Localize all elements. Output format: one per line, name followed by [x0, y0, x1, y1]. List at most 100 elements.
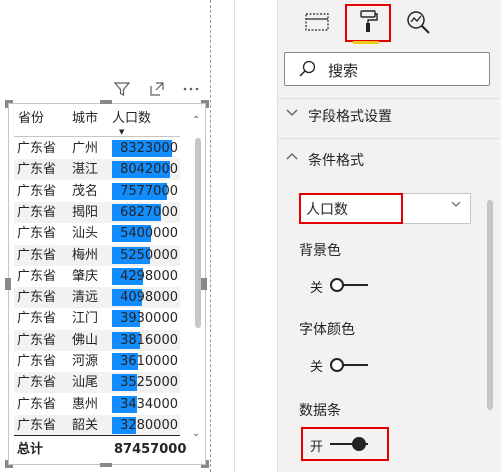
table-row[interactable]: 广东省 梅州 5250000: [14, 244, 180, 266]
pane-scrollbar-thumb[interactable]: [487, 200, 493, 410]
cell-population: 8042000: [120, 162, 178, 178]
table-row[interactable]: 广东省 清远 4098000: [14, 287, 180, 309]
table-row[interactable]: 广东省 河源 3610000: [14, 351, 180, 372]
cell-city: 河源: [72, 354, 99, 369]
font-color-toggle[interactable]: [330, 358, 368, 372]
table-row[interactable]: 广东省 汕尾 3525000: [14, 372, 180, 394]
total-divider: [14, 435, 180, 436]
table-row[interactable]: 广东省 江门 3930000: [14, 308, 180, 329]
table-row[interactable]: 广东省 揭阳 6827000: [14, 201, 180, 223]
section-field-format[interactable]: 字段格式设置: [308, 106, 392, 126]
font-color-label: 字体颜色: [299, 322, 355, 338]
resize-handle-bottom-left[interactable]: [5, 460, 13, 468]
resize-handle-left[interactable]: [5, 278, 11, 290]
focus-mode-icon[interactable]: [146, 78, 168, 100]
background-color-toggle[interactable]: [330, 278, 368, 292]
cell-city: 广州: [72, 141, 99, 156]
cell-province: 广东省: [17, 375, 57, 391]
pane-divider: [278, 98, 500, 99]
tab-format[interactable]: [345, 4, 391, 42]
cell-population: 5250000: [120, 247, 178, 263]
table-row[interactable]: 广东省 茂名 7577000: [14, 181, 180, 202]
more-options-icon[interactable]: [180, 78, 202, 100]
cell-province: 广东省: [17, 311, 57, 327]
cell-population: 7577000: [120, 183, 178, 199]
cell-province: 广东省: [17, 226, 57, 242]
cell-province: 广东省: [17, 332, 57, 348]
cell-population: 3610000: [120, 354, 178, 369]
header-city[interactable]: 城市: [72, 108, 98, 130]
data-bars-label: 数据条: [299, 403, 341, 419]
header-province[interactable]: 省份: [18, 108, 44, 130]
field-dropdown-value: 人口数: [306, 202, 348, 218]
cell-city: 湛江: [72, 162, 99, 178]
cell-city: 清远: [72, 290, 99, 306]
cell-province: 广东省: [17, 396, 57, 412]
cell-province: 广东省: [17, 141, 57, 156]
cell-province: 广东省: [17, 354, 57, 369]
cell-city: 江门: [72, 311, 99, 327]
cell-population: 5400000: [120, 226, 178, 242]
scroll-up-icon[interactable]: ⌃: [192, 115, 200, 126]
paint-roller-icon: [358, 9, 378, 37]
table-row[interactable]: 广东省 韶关 3280000: [14, 414, 180, 436]
resize-handle-top-right[interactable]: [201, 100, 209, 108]
header-divider: [14, 136, 180, 137]
data-bars-toggle[interactable]: [330, 437, 368, 451]
table-scrollbar-thumb[interactable]: [195, 138, 201, 328]
table-row[interactable]: 广东省 惠州 3434000: [14, 394, 180, 415]
cell-city: 惠州: [72, 396, 99, 412]
cell-population: 3930000: [120, 311, 178, 327]
cell-city: 佛山: [72, 332, 99, 348]
cell-population: 4098000: [120, 290, 178, 306]
table-row[interactable]: 广东省 广州 8323000: [14, 138, 180, 159]
tab-analytics[interactable]: [398, 6, 438, 42]
sort-descending-icon: ▼: [119, 128, 125, 136]
chevron-up-icon: [286, 151, 298, 167]
cell-population: 3816000: [120, 332, 178, 348]
cell-province: 广东省: [17, 204, 57, 220]
cell-city: 揭阳: [72, 204, 99, 220]
cell-population: 3434000: [120, 396, 178, 412]
table-row[interactable]: 广东省 佛山 3816000: [14, 329, 180, 351]
resize-handle-top[interactable]: [100, 100, 112, 104]
cell-province: 广东省: [17, 183, 57, 199]
cell-province: 广东省: [17, 247, 57, 263]
cell-province: 广东省: [17, 268, 57, 284]
cell-city: 韶关: [72, 417, 99, 433]
table-row[interactable]: 广东省 湛江 8042000: [14, 159, 180, 181]
active-tab-indicator: [353, 41, 379, 44]
cell-province: 广东省: [17, 417, 57, 433]
cell-population: 4298000: [120, 268, 178, 284]
chevron-down-icon: [450, 198, 462, 213]
font-color-state: 关: [310, 360, 324, 375]
resize-handle-bottom[interactable]: [100, 463, 112, 467]
cell-city: 肇庆: [72, 268, 99, 284]
header-population[interactable]: 人口数: [112, 108, 151, 130]
cell-population: 3525000: [120, 375, 178, 391]
cell-city: 茂名: [72, 183, 99, 199]
resize-handle-bottom-right[interactable]: [201, 460, 209, 468]
cell-province: 广东省: [17, 290, 57, 306]
table-row[interactable]: 广东省 肇庆 4298000: [14, 266, 180, 287]
filter-icon[interactable]: [111, 78, 133, 100]
resize-handle-top-left[interactable]: [5, 100, 13, 108]
total-label: 总计: [17, 442, 44, 457]
cell-province: 广东省: [17, 162, 57, 178]
total-value: 87457000: [114, 442, 187, 457]
background-color-state: 关: [310, 281, 324, 296]
data-bars-state: 开: [310, 440, 324, 455]
pane-divider: [278, 138, 500, 139]
cell-city: 汕头: [72, 226, 99, 242]
cell-population: 6827000: [120, 204, 178, 220]
cell-city: 梅州: [72, 247, 99, 263]
search-placeholder: 搜索: [328, 62, 359, 80]
tab-fields[interactable]: [297, 6, 337, 42]
section-conditional-format[interactable]: 条件格式: [308, 150, 364, 170]
analytics-magnifier-icon: [405, 9, 431, 39]
table-row[interactable]: 广东省 汕头 5400000: [14, 223, 180, 244]
scroll-down-icon[interactable]: ⌄: [192, 428, 200, 439]
search-icon: [298, 60, 316, 82]
fields-grid-icon: [305, 12, 329, 36]
resize-handle-right[interactable]: [201, 278, 207, 290]
